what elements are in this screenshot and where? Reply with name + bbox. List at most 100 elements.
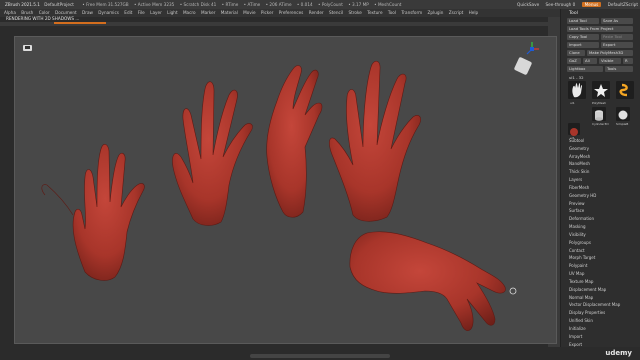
subpalette-geometry[interactable]: Geometry [569, 145, 639, 153]
menu-picker[interactable]: Picker [261, 10, 273, 15]
subpalette-nanomesh[interactable]: NanoMesh [569, 160, 639, 168]
menu-zscript[interactable]: Zscript [449, 10, 464, 15]
thumb-caption-1: ul1 [570, 101, 575, 105]
subpalette-export[interactable]: Export [569, 341, 639, 349]
subpalette-layers[interactable]: Layers [569, 176, 639, 184]
menu-preferences[interactable]: Preferences [279, 10, 304, 15]
bottom-scroll-strip[interactable] [250, 354, 390, 358]
subpalette-morph-target[interactable]: Morph Target [569, 254, 639, 262]
subpalette-visibility[interactable]: Visibility [569, 231, 639, 239]
hand-palm-up [41, 144, 145, 281]
menu-bar: Alpha Brush Color Document Draw Dynamics… [0, 9, 640, 17]
menu-marker[interactable]: Marker [201, 10, 215, 15]
subpalette-import[interactable]: Import [569, 333, 639, 341]
floor-toggle-icon[interactable] [23, 45, 32, 51]
subpalette-fibermesh[interactable]: FiberMesh [569, 184, 639, 192]
load-tools-from-project-button[interactable]: Load Tools From Project [567, 26, 633, 32]
menu-material[interactable]: Material [221, 10, 238, 15]
subpalette-masking[interactable]: Masking [569, 223, 639, 231]
thumb-caption-4: SimpleB [616, 122, 629, 126]
tool-thumbnails: ul1 PolyMesh Cylinder3D SimpleB ul1 [566, 81, 638, 140]
subpalette-surface[interactable]: Surface [569, 207, 639, 215]
menu-zplugin[interactable]: Zplugin [428, 10, 444, 15]
copy-tool-button[interactable]: Copy Tool [567, 34, 599, 40]
subpalette-geometry-hd[interactable]: Geometry HD [569, 192, 639, 200]
import-button[interactable]: Import [567, 42, 599, 48]
menu-movie[interactable]: Movie [243, 10, 255, 15]
subpalette-preview[interactable]: Preview [569, 200, 639, 208]
tool-thumb-simplebrush[interactable] [616, 81, 634, 99]
thumb-caption-2: PolyMesh [592, 101, 607, 105]
clone-button[interactable]: Clone [567, 50, 585, 56]
menu-draw[interactable]: Draw [82, 10, 93, 15]
subpalette-normal-map[interactable]: Normal Map [569, 294, 639, 302]
export-button[interactable]: Export [601, 42, 633, 48]
menu-texture[interactable]: Texture [367, 10, 382, 15]
subpalette-subtool[interactable]: Subtool [569, 137, 639, 145]
tool-palette: Tool Load Tool Save As Load Tools From P… [560, 9, 640, 347]
hand-thumb-icon [572, 83, 582, 98]
menu-macro[interactable]: Macro [183, 10, 196, 15]
subpalette-uv-map[interactable]: UV Map [569, 270, 639, 278]
subpalette-contact[interactable]: Contact [569, 247, 639, 255]
menu-document[interactable]: Document [55, 10, 77, 15]
all-button[interactable]: All [583, 58, 597, 64]
menu-light[interactable]: Light [167, 10, 177, 15]
menu-transform[interactable]: Transform [401, 10, 422, 15]
menu-file[interactable]: File [138, 10, 145, 15]
default-zscript-button[interactable]: DefaultZScript [608, 2, 638, 7]
subpalette-polypaint[interactable]: Polypaint [569, 262, 639, 270]
subpalette-vector-displacement-map[interactable]: Vector Displacement Map [569, 301, 639, 309]
seethrough-slider[interactable]: See-through 0 [546, 2, 576, 7]
tool-thumb-simpleb[interactable] [616, 107, 630, 121]
title-bar: ZBrush 2021.5.1 DefaultProject • Free Me… [0, 0, 640, 9]
subpalette-initialize[interactable]: Initialize [569, 325, 639, 333]
thumb-caption-3: Cylinder3D [592, 122, 609, 126]
tool-thumb-hand[interactable] [568, 81, 586, 99]
app-title: ZBrush 2021.5.1 [5, 2, 40, 7]
current-tool-label: ul1 - 32 [569, 75, 584, 80]
make-polymesh3d-button[interactable]: Make PolyMesh3D [587, 50, 633, 56]
goz-button[interactable]: GoZ [567, 58, 581, 64]
hand-lying [349, 231, 506, 331]
tool-thumb-cylinder[interactable] [592, 107, 606, 121]
menu-render[interactable]: Render [309, 10, 324, 15]
subpalette-thick-skin[interactable]: Thick Skin [569, 168, 639, 176]
subpalette-unified-skin[interactable]: Unified Skin [569, 317, 639, 325]
save-as-button[interactable]: Save As [601, 18, 633, 24]
menu-help[interactable]: Help [469, 10, 479, 15]
menu-edit[interactable]: Edit [124, 10, 132, 15]
menu-color[interactable]: Color [39, 10, 50, 15]
subpalette-deformation[interactable]: Deformation [569, 215, 639, 223]
subpalette-arraymesh[interactable]: ArrayMesh [569, 153, 639, 161]
subpalette-polygroups[interactable]: Polygroups [569, 239, 639, 247]
subpalette-displacement-map[interactable]: Displacement Map [569, 286, 639, 294]
r-button[interactable]: R [623, 58, 633, 64]
subpalette-texture-map[interactable]: Texture Map [569, 278, 639, 286]
stat-timer: • 0.014 [296, 2, 313, 7]
gyro-axis-icon[interactable] [524, 41, 540, 57]
menu-stroke[interactable]: Stroke [349, 10, 362, 15]
tool-palette-title: Tool [569, 11, 578, 16]
stat-meshcount: • MeshCount [374, 2, 402, 7]
paste-tool-button[interactable]: Paste Tool [601, 34, 633, 40]
menu-dynamics[interactable]: Dynamics [98, 10, 119, 15]
tool-thumb-polymesh[interactable] [592, 81, 610, 99]
menu-alpha[interactable]: Alpha [4, 10, 16, 15]
menus-button[interactable]: Menus [581, 2, 602, 7]
menu-brush[interactable]: Brush [21, 10, 33, 15]
load-tool-button[interactable]: Load Tool [567, 18, 599, 24]
subpalette-display-properties[interactable]: Display Properties [569, 309, 639, 317]
stat-atime: • ATime [243, 2, 261, 7]
tools-button[interactable]: Tools [605, 66, 633, 72]
watermark: udemy [605, 349, 632, 357]
menu-layer[interactable]: Layer [150, 10, 162, 15]
quicksave-button[interactable]: QuickSave [517, 2, 539, 7]
tool-thumb-hand-small[interactable] [568, 123, 580, 136]
menu-tool[interactable]: Tool [388, 10, 396, 15]
hand-spread [329, 60, 421, 222]
menu-stencil[interactable]: Stencil [329, 10, 343, 15]
canvas-viewport[interactable] [14, 36, 557, 344]
visible-button[interactable]: Visible [599, 58, 621, 64]
lightbox-button[interactable]: Lightbox [567, 66, 603, 72]
